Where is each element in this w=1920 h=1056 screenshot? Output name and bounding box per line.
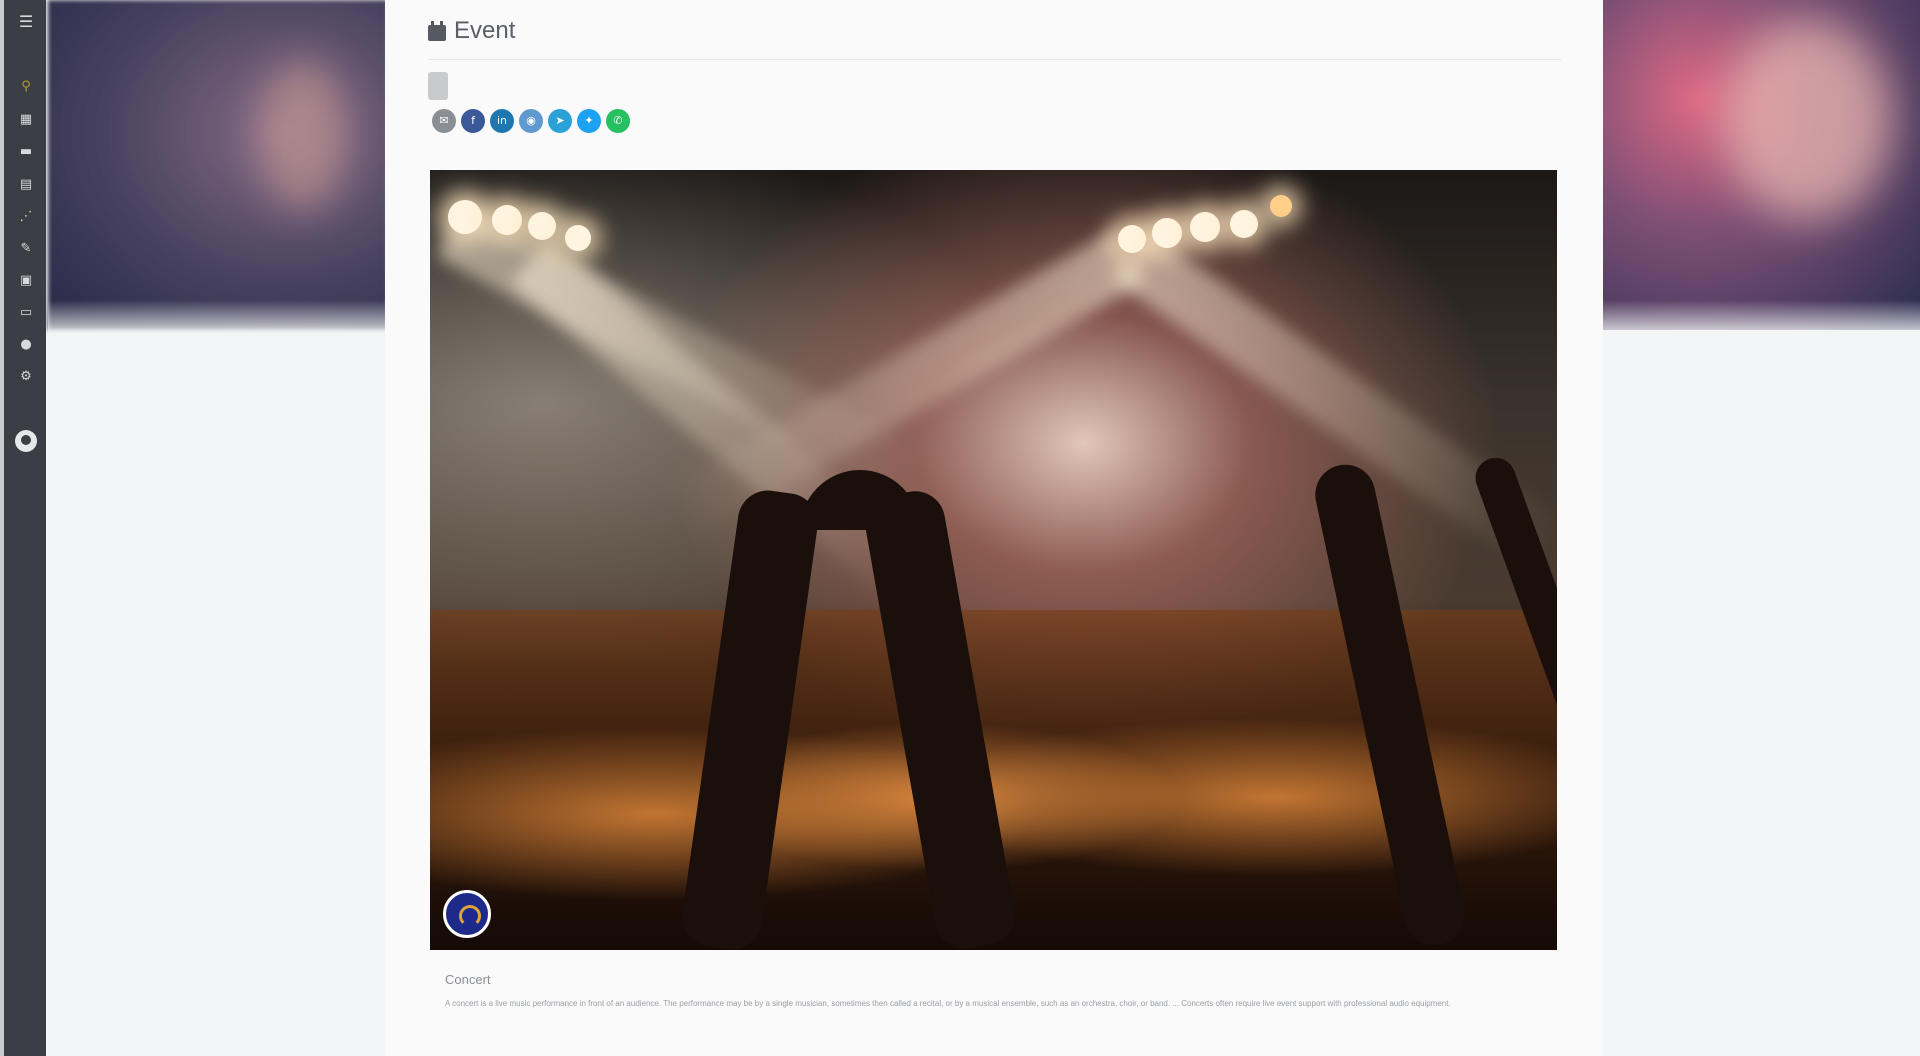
stage-light [492,205,522,235]
hero-backdrop-right [1603,0,1920,330]
gear-icon[interactable]: ⚙ [18,370,34,384]
page-header: Event [428,14,515,48]
linkedin-icon: in [496,114,508,127]
share-buttons: ✉ f in ◉ ➤ ✦ ✆ [432,109,630,133]
reddit-icon: ◉ [526,114,536,127]
search-icon[interactable]: ⚲ [18,80,34,94]
menu-icon[interactable]: ☰ [18,14,34,30]
globe-icon[interactable]: ● [18,338,34,352]
stage-light [1270,195,1292,217]
share-facebook-button[interactable]: f [461,109,485,133]
caption-text: A concert is a live music performance in… [445,999,1451,1008]
github-icon[interactable] [15,430,37,452]
whatsapp-icon: ✆ [613,114,623,127]
share-email-button[interactable]: ✉ [432,109,456,133]
share-whatsapp-button[interactable]: ✆ [606,109,630,133]
event-photo[interactable] [430,170,1557,950]
event-tag[interactable] [428,72,448,100]
stage-light [565,225,591,251]
stage-light [1152,218,1182,248]
clipboard-icon[interactable]: ▤ [18,178,34,192]
facebook-icon: f [471,114,475,127]
calendar-icon [428,21,446,41]
email-icon: ✉ [439,114,449,127]
stage-light [528,212,556,240]
chart-icon[interactable]: ⋰ [18,210,34,224]
event-card: Event ✉ f in ◉ ➤ ✦ ✆ Concert A concert i… [385,0,1603,1056]
share-linkedin-button[interactable]: in [490,109,514,133]
telegram-icon: ➤ [555,114,565,127]
calendar-icon[interactable]: ▦ [18,113,34,127]
avatar-icon[interactable] [443,890,491,938]
share-twitter-button[interactable]: ✦ [577,109,601,133]
header-divider [428,59,1561,60]
stage-light [1190,212,1220,242]
card-icon[interactable]: ▭ [18,306,34,320]
share-reddit-button[interactable]: ◉ [519,109,543,133]
stage-light [448,200,482,234]
sidebar: ☰ ⚲ ▦ ▬ ▤ ⋰ ✎ ▣ ▭ ● ⚙ [0,0,46,1056]
chat-icon[interactable]: ▬ [18,145,34,159]
share-telegram-button[interactable]: ➤ [548,109,572,133]
inbox-icon[interactable]: ▣ [18,274,34,288]
caption-title: Concert [445,972,491,987]
page-title: Event [454,17,516,44]
hero-backdrop-left [48,0,388,330]
edit-icon[interactable]: ✎ [18,242,34,256]
twitter-icon: ✦ [584,114,594,127]
stage-light [1118,225,1146,253]
stage-light [1230,210,1258,238]
